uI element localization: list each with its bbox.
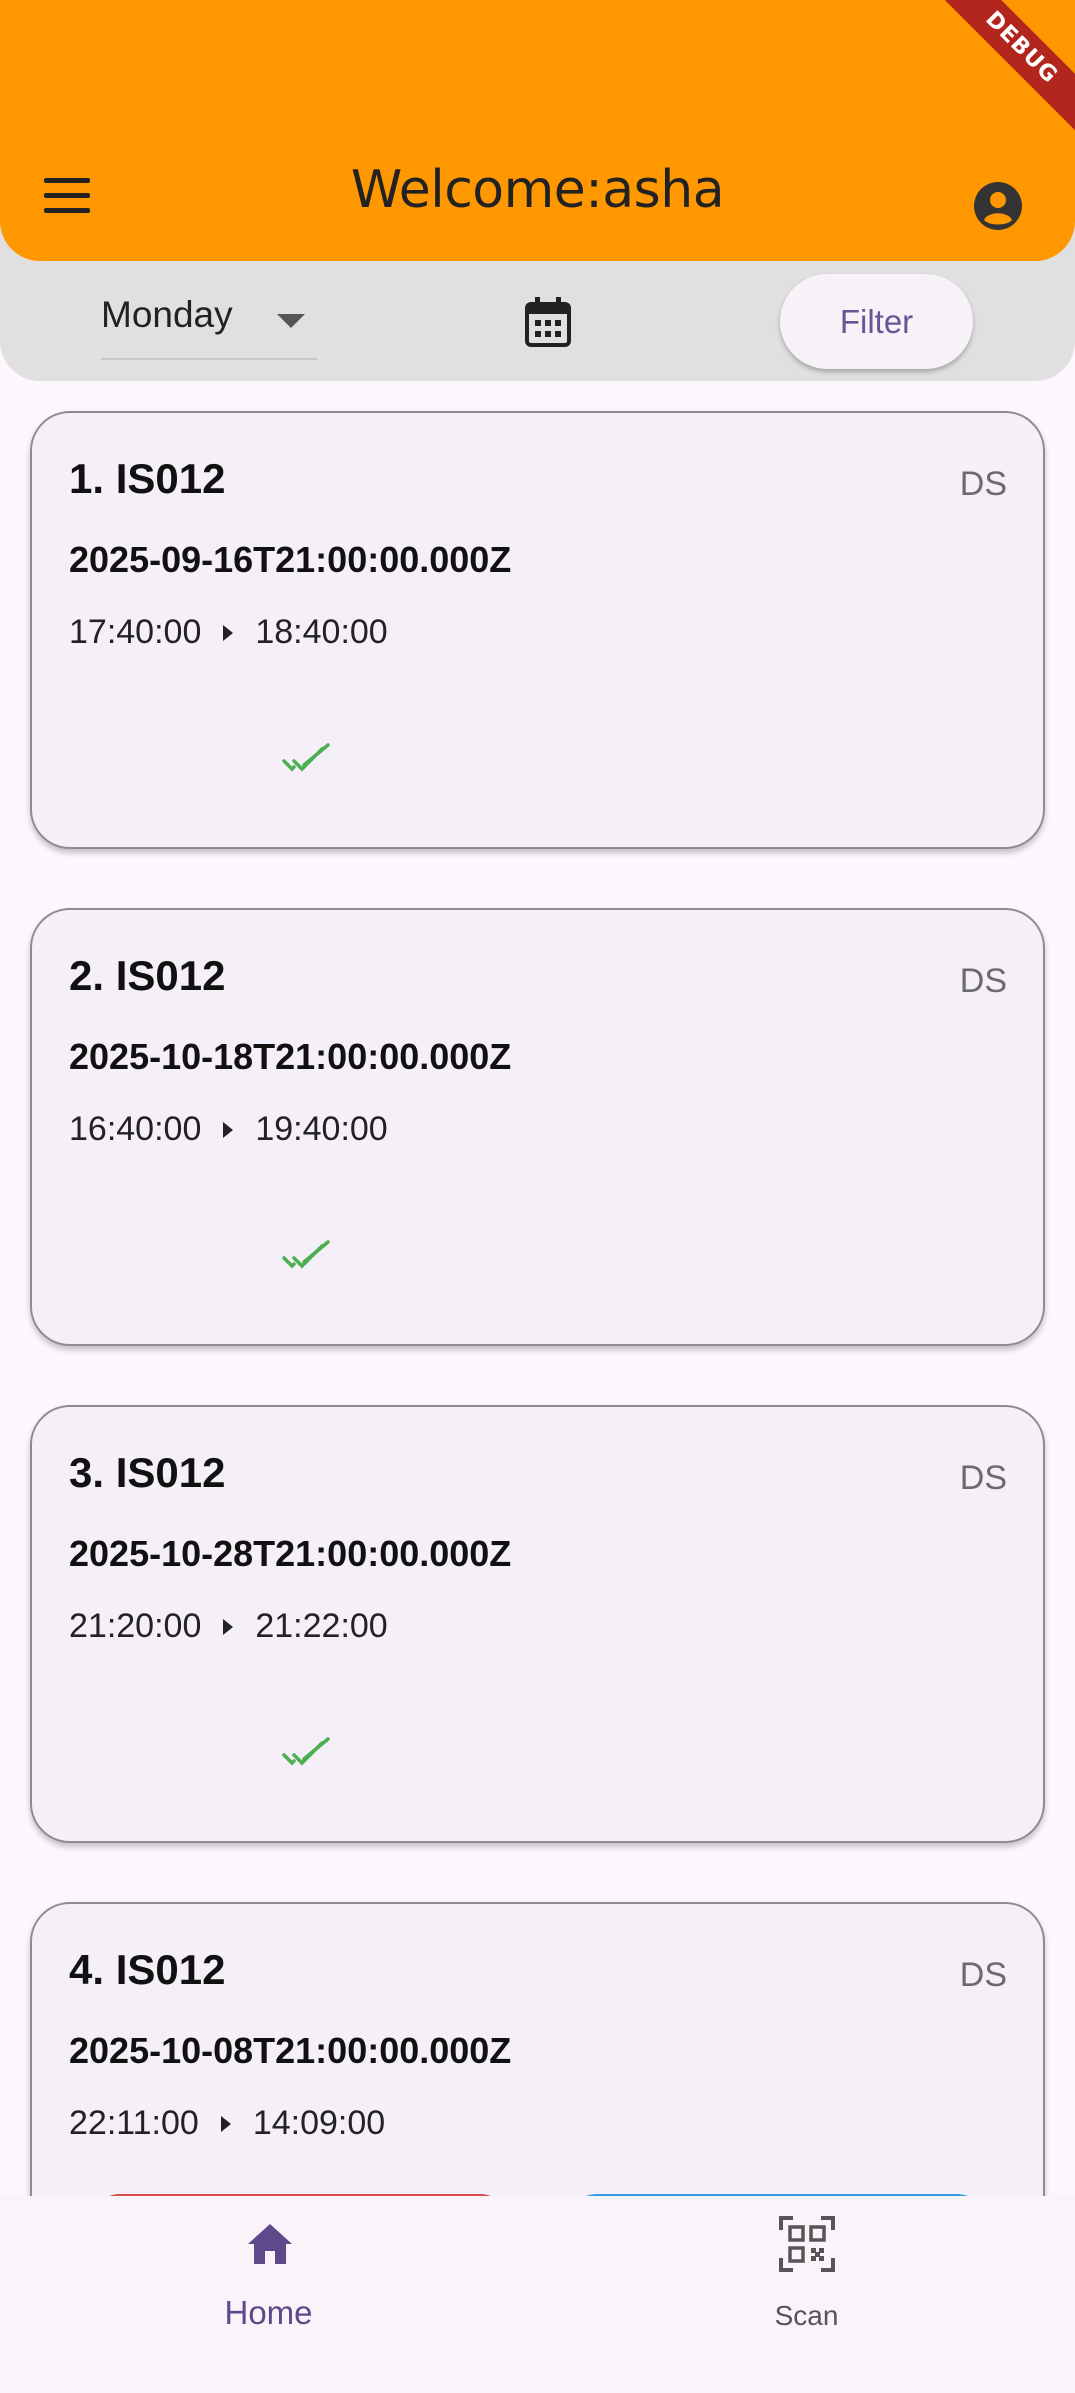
end-time: 21:22:00	[255, 1607, 388, 1645]
card-badge: DS	[959, 1459, 1007, 1497]
card-times: 17:40:00 18:40:00	[69, 613, 388, 652]
card-title: 4. IS012	[69, 1946, 226, 1993]
nav-home[interactable]: Home	[0, 2196, 537, 2393]
day-dropdown[interactable]: Monday	[101, 278, 317, 360]
session-card[interactable]: 3. IS012 DS 2025-10-28T21:00:00.000Z 21:…	[30, 1405, 1045, 1843]
home-icon	[244, 2218, 296, 2270]
card-badge: DS	[959, 1956, 1007, 1994]
app-screen: Welcome:asha DEBUG Monday Filter 1. IS01…	[0, 0, 1075, 2393]
start-time: 22:11:00	[69, 2104, 199, 2142]
debug-label: DEBUG	[935, 0, 1075, 140]
card-date: 2025-10-18T21:00:00.000Z	[69, 1036, 512, 1077]
card-badge: DS	[959, 962, 1007, 1000]
double-check-icon	[282, 743, 334, 775]
double-check-icon	[282, 1737, 334, 1769]
arrow-right-icon	[223, 624, 234, 641]
card-times: 21:20:00 21:22:00	[69, 1607, 388, 1646]
card-title: 3. IS012	[69, 1449, 226, 1496]
calendar-icon[interactable]	[524, 296, 572, 348]
card-title: 2. IS012	[69, 952, 226, 999]
chevron-down-icon	[277, 314, 305, 328]
arrow-right-icon	[223, 1121, 234, 1138]
session-card[interactable]: 1. IS012 DS 2025-09-16T21:00:00.000Z 17:…	[30, 411, 1045, 849]
end-time: 14:09:00	[252, 2104, 386, 2142]
qr-scan-icon	[779, 2216, 835, 2272]
filter-button[interactable]: Filter	[780, 274, 973, 369]
card-date: 2025-10-28T21:00:00.000Z	[69, 1533, 512, 1574]
session-card[interactable]: 2. IS012 DS 2025-10-18T21:00:00.000Z 16:…	[30, 908, 1045, 1346]
app-header: Welcome:asha	[0, 0, 1075, 261]
nav-scan[interactable]: Scan	[538, 2196, 1075, 2393]
nav-home-label: Home	[224, 2294, 313, 2331]
arrow-right-icon	[220, 2115, 231, 2132]
card-times: 22:11:00 14:09:00	[69, 2104, 385, 2143]
day-dropdown-value: Monday	[101, 294, 233, 335]
card-date: 2025-10-08T21:00:00.000Z	[69, 2030, 512, 2071]
debug-banner: DEBUG	[935, 0, 1075, 140]
nav-scan-label: Scan	[774, 2300, 839, 2331]
end-time: 19:40:00	[255, 1110, 388, 1148]
bottom-navigation: Home Scan	[0, 2196, 1075, 2393]
double-check-icon	[282, 1240, 334, 1272]
card-times: 16:40:00 19:40:00	[69, 1110, 388, 1149]
account-circle-icon[interactable]	[972, 180, 1024, 232]
end-time: 18:40:00	[255, 613, 388, 651]
card-title: 1. IS012	[69, 455, 226, 502]
start-time: 16:40:00	[69, 1110, 202, 1148]
card-date: 2025-09-16T21:00:00.000Z	[69, 539, 512, 580]
start-time: 21:20:00	[69, 1607, 202, 1645]
start-time: 17:40:00	[69, 613, 202, 651]
arrow-right-icon	[223, 1618, 234, 1635]
page-title: Welcome:asha	[350, 160, 725, 220]
card-badge: DS	[959, 465, 1007, 503]
